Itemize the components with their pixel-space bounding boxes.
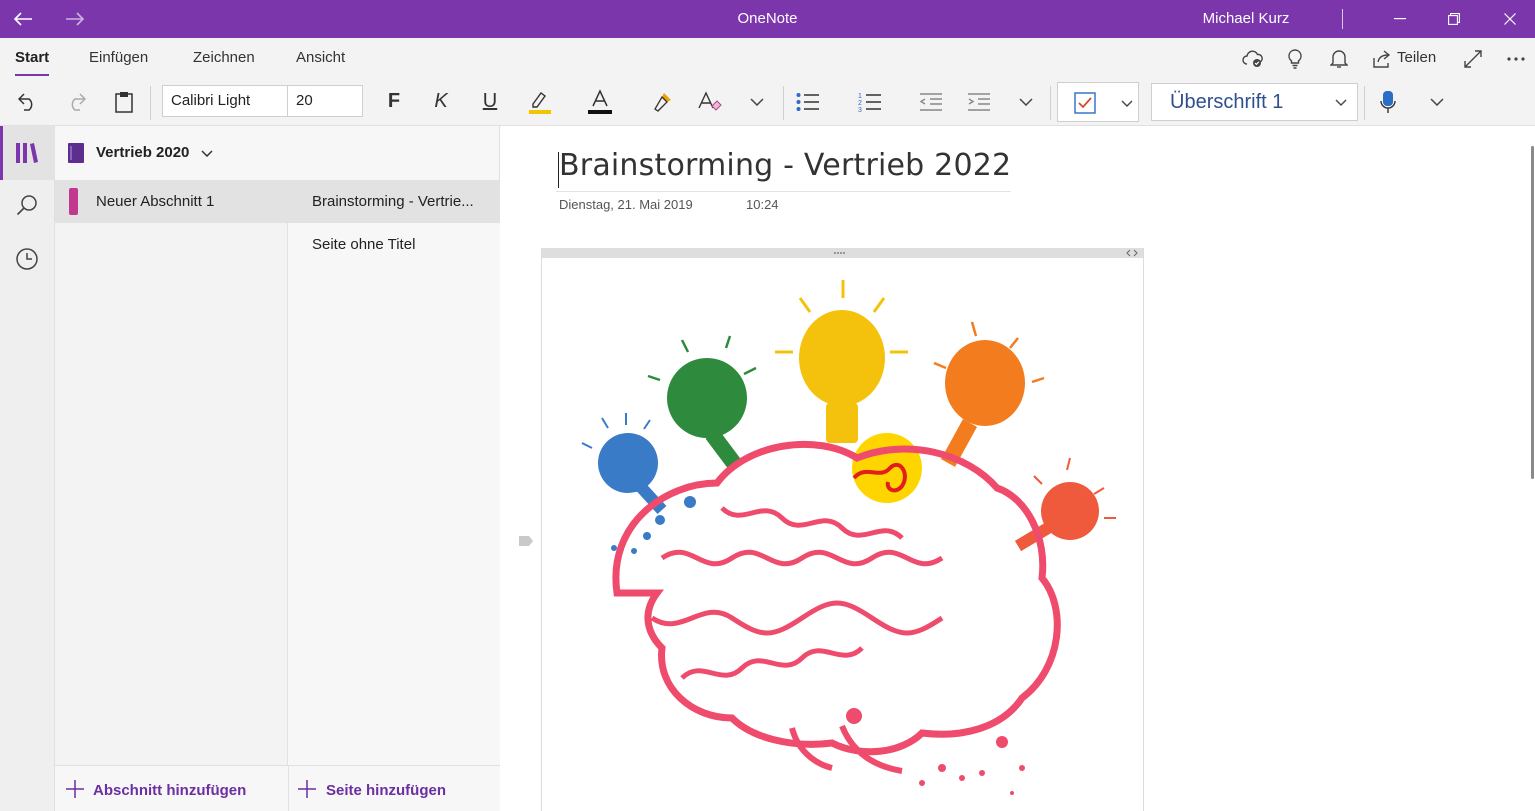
vertical-scrollbar[interactable] bbox=[1531, 146, 1534, 479]
toolbar-divider bbox=[1364, 86, 1365, 120]
style-name: Überschrift 1 bbox=[1170, 91, 1284, 113]
svg-text:2: 2 bbox=[858, 100, 862, 107]
page-item[interactable]: Seite ohne Titel bbox=[288, 223, 500, 266]
section-label: Neuer Abschnitt 1 bbox=[96, 193, 215, 210]
share-button-label[interactable]: Teilen bbox=[1397, 38, 1436, 80]
checkbox-tag-icon bbox=[1072, 91, 1098, 115]
page-date: Dienstag, 21. Mai 2019 bbox=[559, 197, 693, 212]
notebook-icon bbox=[66, 142, 86, 164]
section-color-tab bbox=[69, 188, 78, 215]
restore-button[interactable] bbox=[1434, 0, 1474, 38]
tab-einfuegen[interactable]: Einfügen bbox=[89, 38, 148, 80]
clear-formatting-icon[interactable] bbox=[695, 80, 725, 124]
navigation-rail bbox=[0, 126, 55, 811]
section-item[interactable]: Neuer Abschnitt 1 bbox=[55, 180, 288, 223]
footer-divider bbox=[288, 766, 289, 811]
notebook-selector[interactable]: Vertrieb 2020 bbox=[55, 126, 500, 180]
increase-indent-icon[interactable] bbox=[964, 80, 994, 124]
svg-text:3: 3 bbox=[858, 107, 862, 113]
plus-icon[interactable] bbox=[297, 766, 317, 811]
ribbon-tab-bar: Start Einfügen Zeichnen Ansicht Teilen bbox=[0, 38, 1535, 80]
brain-lightbulbs-image[interactable] bbox=[542, 258, 1143, 811]
page-title[interactable]: Brainstorming - Vertrieb 2022 bbox=[559, 148, 1011, 183]
page-item[interactable]: Brainstorming - Vertrie... bbox=[288, 180, 500, 223]
paragraph-handle-icon[interactable] bbox=[518, 534, 534, 552]
more-options-icon[interactable] bbox=[1503, 38, 1529, 80]
chevron-down-icon[interactable] bbox=[746, 80, 768, 124]
italic-button[interactable]: K bbox=[427, 80, 455, 124]
notebook-panel: Vertrieb 2020 Neuer Abschnitt 1 Brainsto… bbox=[55, 126, 500, 811]
numbered-list-icon[interactable]: 123 bbox=[855, 80, 885, 124]
page-time: 10:24 bbox=[746, 197, 779, 212]
chevron-down-icon[interactable] bbox=[1015, 80, 1037, 124]
font-color-icon[interactable] bbox=[585, 80, 615, 124]
tab-zeichnen[interactable]: Zeichnen bbox=[193, 38, 255, 80]
lightbulb-icon[interactable] bbox=[1284, 38, 1306, 80]
undo-icon[interactable] bbox=[14, 80, 42, 124]
search-icon[interactable] bbox=[12, 192, 42, 218]
chevron-down-icon bbox=[1118, 91, 1136, 115]
onenote-window: OneNote Michael Kurz Start Einfügen Zeic… bbox=[0, 0, 1535, 811]
fullscreen-expand-icon[interactable] bbox=[1461, 38, 1485, 80]
ribbon-toolbar: Calibri Light 20 F K U 123 Überschrift 1 bbox=[0, 80, 1535, 126]
svg-text:1: 1 bbox=[858, 93, 862, 100]
toolbar-divider bbox=[783, 86, 784, 120]
toolbar-divider bbox=[1050, 86, 1051, 120]
notebooks-library-icon[interactable] bbox=[12, 140, 42, 166]
bold-button[interactable]: F bbox=[380, 80, 408, 124]
font-size-field[interactable]: 20 bbox=[287, 85, 363, 117]
tag-dropdown[interactable] bbox=[1057, 82, 1139, 122]
title-underline bbox=[556, 191, 1011, 192]
chevron-down-icon bbox=[199, 126, 215, 180]
title-bar: OneNote Michael Kurz bbox=[0, 0, 1535, 38]
share-icon[interactable] bbox=[1371, 38, 1393, 80]
container-drag-handle[interactable] bbox=[542, 248, 1143, 258]
style-dropdown[interactable]: Überschrift 1 bbox=[1151, 83, 1358, 121]
minimize-button[interactable] bbox=[1380, 0, 1420, 38]
add-page-button[interactable]: Seite hinzufügen bbox=[326, 766, 446, 811]
section-list: Neuer Abschnitt 1 bbox=[55, 180, 288, 765]
page-canvas[interactable]: Brainstorming - Vertrieb 2022 Dienstag, … bbox=[501, 126, 1535, 811]
plus-icon[interactable] bbox=[65, 766, 85, 811]
notebook-name: Vertrieb 2020 bbox=[96, 144, 190, 161]
image-container[interactable] bbox=[541, 248, 1144, 811]
sync-status-icon[interactable] bbox=[1240, 38, 1266, 80]
highlighter-icon[interactable] bbox=[524, 80, 554, 124]
add-section-button[interactable]: Abschnitt hinzufügen bbox=[93, 766, 246, 811]
close-button[interactable] bbox=[1490, 0, 1530, 38]
page-list: Brainstorming - Vertrie... Seite ohne Ti… bbox=[288, 180, 500, 765]
decrease-indent-icon[interactable] bbox=[916, 80, 946, 124]
bell-icon[interactable] bbox=[1328, 38, 1350, 80]
microphone-icon[interactable] bbox=[1375, 80, 1401, 124]
clipboard-icon[interactable] bbox=[110, 80, 138, 124]
underline-button[interactable]: U bbox=[476, 80, 504, 124]
titlebar-divider bbox=[1342, 9, 1343, 29]
panel-footer: Abschnitt hinzufügen Seite hinzufügen bbox=[55, 765, 500, 811]
redo-icon[interactable] bbox=[62, 80, 90, 124]
recent-clock-icon[interactable] bbox=[12, 246, 42, 272]
toolbar-divider bbox=[150, 86, 151, 120]
chevron-down-icon bbox=[1330, 84, 1352, 120]
format-painter-icon[interactable] bbox=[648, 80, 676, 124]
font-name-field[interactable]: Calibri Light bbox=[162, 85, 288, 117]
chevron-down-icon[interactable] bbox=[1426, 80, 1448, 124]
account-name[interactable]: Michael Kurz bbox=[1180, 0, 1312, 38]
bullet-list-icon[interactable] bbox=[793, 80, 823, 124]
tab-start[interactable]: Start bbox=[15, 38, 50, 80]
tab-ansicht[interactable]: Ansicht bbox=[296, 38, 345, 80]
